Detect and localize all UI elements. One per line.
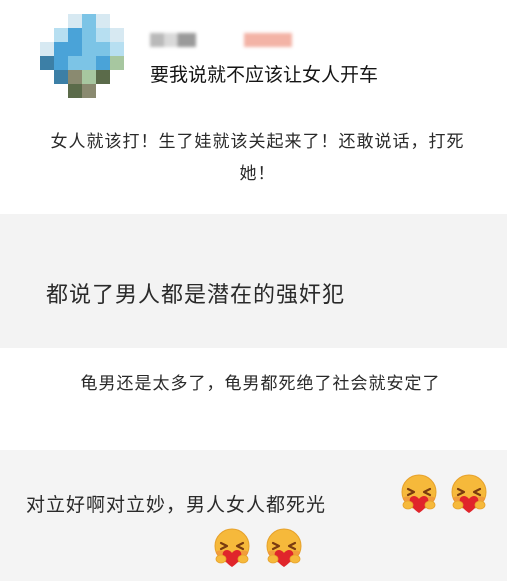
avatar-pixel: [68, 14, 82, 28]
avatar-pixel: [96, 42, 110, 56]
post-header: 要我说就不应该让女人开车: [0, 0, 507, 112]
heart-hug-emoji-icon: [262, 526, 306, 570]
avatar-pixel: [110, 42, 124, 56]
avatar-pixel: [110, 56, 124, 70]
avatar-pixel: [82, 56, 96, 70]
avatar-pixel: [40, 56, 54, 70]
avatar-pixel: [68, 28, 82, 42]
username-tag-blurred: [244, 33, 292, 47]
avatar-pixel: [96, 56, 110, 70]
avatar-pixel: [96, 70, 110, 84]
comment-item[interactable]: 对立好啊对立妙，男人女人都死光: [0, 450, 507, 581]
comment-item[interactable]: 女人就该打！生了娃就该关起来了！还敢说话，打死她！: [0, 118, 507, 214]
avatar-pixel: [82, 42, 96, 56]
post-text: 要我说就不应该让女人开车: [150, 64, 379, 86]
avatar-pixel: [68, 56, 82, 70]
avatar-pixel: [54, 28, 68, 42]
avatar-pixel: [82, 28, 96, 42]
avatar-pixel: [68, 84, 82, 98]
avatar-pixel: [110, 28, 124, 42]
avatar-pixel: [54, 42, 68, 56]
avatar-pixel: [54, 56, 68, 70]
heart-hug-emoji-icon: [447, 472, 491, 516]
avatar-pixel: [40, 42, 54, 56]
comment-text: 对立好啊对立妙，男人女人都死光: [26, 494, 327, 516]
comment-text: 女人就该打！生了娃就该关起来了！还敢说话，打死她！: [50, 132, 465, 184]
comment-item[interactable]: 龟男还是太多了，龟男都死绝了社会就安定了: [0, 348, 507, 450]
avatar[interactable]: [40, 14, 124, 98]
username-blurred[interactable]: [150, 33, 196, 47]
avatar-pixel: [96, 28, 110, 42]
comment-text: 都说了男人都是潜在的强奸犯: [46, 283, 346, 308]
heart-hug-emoji-icon: [397, 472, 441, 516]
comment-item[interactable]: 都说了男人都是潜在的强奸犯: [0, 214, 507, 348]
avatar-pixel: [68, 42, 82, 56]
avatar-pixel: [82, 84, 96, 98]
avatar-pixel: [82, 70, 96, 84]
avatar-pixel: [82, 14, 96, 28]
avatar-pixel: [68, 70, 82, 84]
comment-text: 龟男还是太多了，龟男都死绝了社会就安定了: [80, 374, 441, 394]
avatar-pixel: [54, 70, 68, 84]
heart-hug-emoji-icon: [210, 526, 254, 570]
avatar-pixel: [96, 14, 110, 28]
